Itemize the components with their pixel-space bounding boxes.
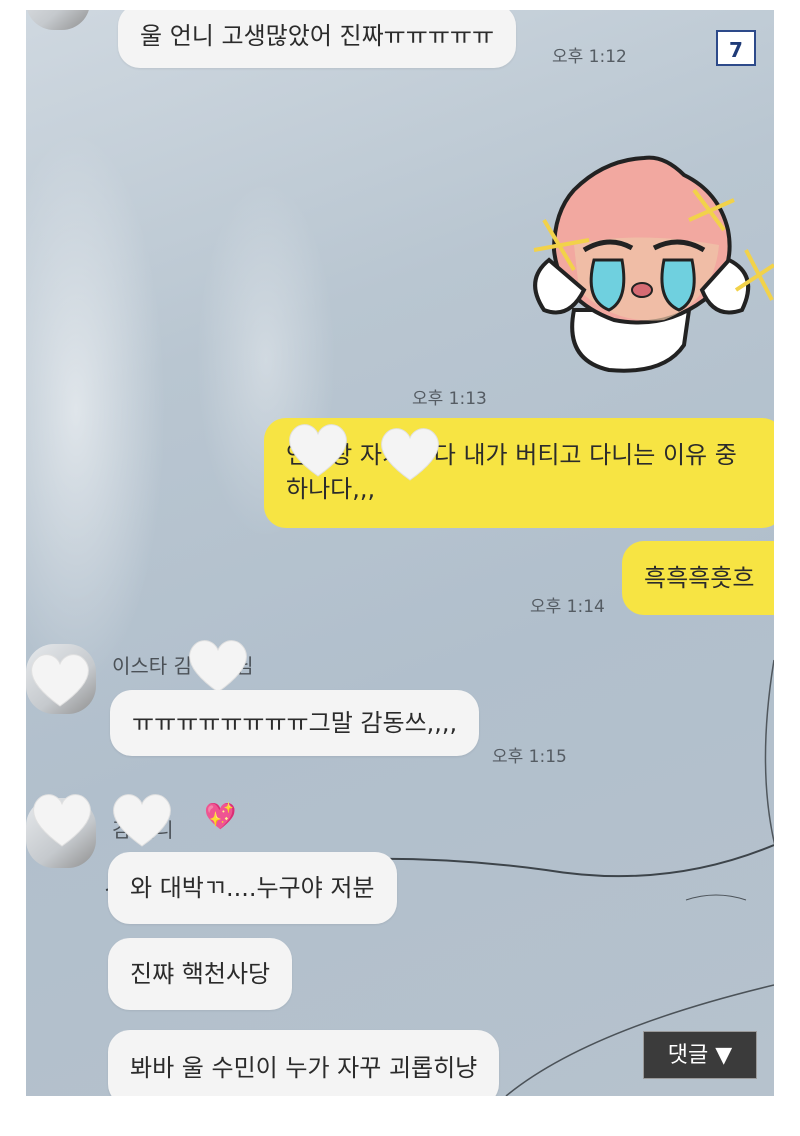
message-text: 봐바 울 수민이 누가 자꾸 괴롭히냥 xyxy=(130,1054,478,1082)
heart-icon xyxy=(113,794,171,847)
avatar[interactable] xyxy=(26,10,90,30)
heart-icon xyxy=(189,640,247,693)
message-bubble: 흑흑흑흣흐 xyxy=(622,541,774,615)
message-time: 오후 1:12 xyxy=(552,47,627,67)
sparkling-heart-icon: 💖 xyxy=(204,802,237,832)
comments-button[interactable]: 댓글 ▼ xyxy=(643,1031,757,1079)
screen-glare xyxy=(26,130,166,690)
message-bubble: ㅠㅠㅠㅠㅠㅠㅠㅠ그말 감동쓰,,,, xyxy=(110,690,480,756)
message-bubble: 울 언니 고생많았어 진짜ㅠㅠㅠㅠㅠ xyxy=(118,10,517,68)
message-bubble: 진쨔 핵천사당 xyxy=(108,938,293,1010)
message-time: 오후 1:13 xyxy=(412,389,487,409)
heart-icon xyxy=(381,428,439,481)
crying-peach-character-icon xyxy=(533,155,774,373)
message-text-line: 하나다,,, xyxy=(286,475,376,503)
message-text: ㅠㅠㅠㅠㅠㅠㅠㅠ그말 감동쓰,,,, xyxy=(132,709,458,737)
heart-icon xyxy=(289,424,347,477)
heart-icon xyxy=(33,794,91,847)
message-bubble: 봐바 울 수민이 누가 자꾸 괴롭히냥 xyxy=(108,1030,500,1096)
page-number-badge: 7 xyxy=(716,30,756,66)
message-time: 오후 1:14 xyxy=(530,597,605,617)
chat-screenshot-photo: 울 언니 고생많았어 진짜ㅠㅠㅠㅠㅠ 오후 1:12 오후 1:13 언니랑 자… xyxy=(26,10,774,1096)
message-bubble: 와 대박ㄲ....누구야 저분 xyxy=(108,852,397,924)
message-text: 울 언니 고생많았어 진짜ㅠㅠㅠㅠㅠ xyxy=(140,22,495,50)
message-time: 오후 1:15 xyxy=(492,747,567,767)
message-text-line: 언니랑 자기도 다 내가 버티고 다니는 이유 중 xyxy=(286,441,737,469)
heart-icon xyxy=(31,654,89,707)
message-text: 진쨔 핵천사당 xyxy=(130,960,271,988)
message-text: 와 대박ㄲ....누구야 저분 xyxy=(130,874,375,902)
message-text: 흑흑흑흣흐 xyxy=(644,564,755,592)
